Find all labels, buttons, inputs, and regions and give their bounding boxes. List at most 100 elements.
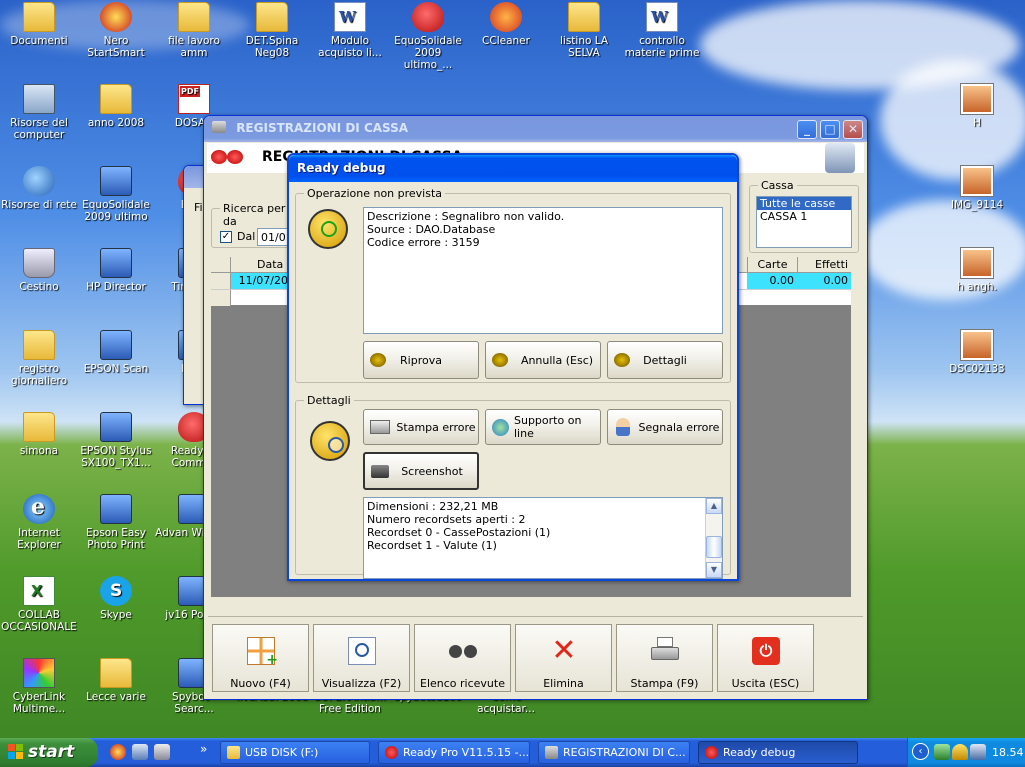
cassa-listbox[interactable]: Tutte le casse CASSA 1: [756, 196, 852, 248]
tray-monitor-icon[interactable]: [970, 744, 986, 760]
bug-target-icon: [308, 209, 348, 249]
cassa-label: Cassa: [758, 179, 797, 192]
debug-titlebar[interactable]: Ready debug: [289, 155, 737, 182]
elimina-label: Elimina: [543, 677, 584, 690]
taskbar-item-usb-disk[interactable]: USB DISK (F:): [220, 741, 370, 764]
dettagli-button[interactable]: Dettagli: [607, 341, 723, 379]
strawberry-icon: [705, 746, 718, 759]
desktop-icon[interactable]: Modulo acquisto li...: [311, 2, 389, 59]
desktop-icon[interactable]: Epson Easy Photo Print: [77, 494, 155, 551]
supporto-online-button[interactable]: Supporto on line: [485, 409, 601, 445]
desktop-icon[interactable]: DET.Spina Neg08: [233, 2, 311, 59]
screenshot-button[interactable]: Screenshot: [363, 452, 479, 490]
nuovo-button[interactable]: + Nuovo (F4): [212, 624, 309, 692]
desktop-icon-label: h angh.: [957, 281, 997, 293]
cell-carte[interactable]: 0.00: [747, 273, 797, 289]
desktop-icon[interactable]: h angh.: [938, 248, 1016, 293]
desktop-icon[interactable]: listino LA SELVA: [545, 2, 623, 59]
maximize-button[interactable]: □: [820, 120, 840, 139]
taskbar-item-label: Ready debug: [723, 746, 796, 759]
taskbar-item-registrazioni[interactable]: REGISTRAZIONI DI C...: [538, 741, 690, 764]
taskbar-item-label: Ready Pro V11.5.15 -...: [403, 746, 530, 759]
row-selector[interactable]: [211, 273, 231, 289]
cell-data[interactable]: 11/07/20: [231, 273, 291, 289]
image-icon: [961, 248, 993, 278]
error-group: Operazione non prevista Descrizione : Se…: [295, 187, 731, 383]
cassa-item-1[interactable]: CASSA 1: [757, 210, 851, 223]
image-icon: [961, 84, 993, 114]
desktop-icon-label: Nero StartSmart: [87, 35, 145, 59]
row-selector[interactable]: [211, 290, 231, 306]
scroll-up-button[interactable]: ▲: [706, 498, 722, 514]
cassa-item-all[interactable]: Tutte le casse: [757, 197, 851, 210]
error-description-box[interactable]: Descrizione : Segnalibro non valido. Sou…: [363, 207, 723, 334]
scroll-down-button[interactable]: ▼: [706, 562, 722, 578]
taskbar-item-ready-pro[interactable]: Ready Pro V11.5.15 -...: [378, 741, 530, 764]
desktop-icon[interactable]: CyberLink Multime...: [0, 658, 78, 715]
riprova-button[interactable]: Riprova: [363, 341, 479, 379]
desktop-icon[interactable]: registro giornaliero: [0, 330, 78, 387]
visualizza-button[interactable]: Visualizza (F2): [313, 624, 410, 692]
desktop-icon[interactable]: Risorse di rete: [0, 166, 78, 211]
stampa-errore-button[interactable]: Stampa errore: [363, 409, 479, 445]
scroll-thumb[interactable]: [706, 536, 722, 558]
desktop-icon[interactable]: CCleaner: [467, 2, 545, 47]
pdf-icon: [178, 84, 210, 114]
desktop-icon-label: HP Director: [86, 281, 146, 293]
desktop-icon[interactable]: Documenti: [0, 2, 78, 47]
desktop-icon[interactable]: IMG_9114: [938, 166, 1016, 211]
tray-network-icon[interactable]: [934, 744, 950, 760]
date-from-checkbox[interactable]: ✓: [220, 231, 232, 243]
desktop-icon[interactable]: file lavoro amm: [155, 2, 233, 59]
cell-effetti[interactable]: 0.00: [797, 273, 851, 289]
annulla-button[interactable]: Annulla (Esc): [485, 341, 601, 379]
quicklaunch-app-icon[interactable]: [154, 744, 170, 760]
desktop-icon[interactable]: controllo materie prime: [623, 2, 701, 59]
quicklaunch-nero-icon[interactable]: [110, 744, 126, 760]
main-titlebar[interactable]: REGISTRAZIONI DI CASSA _ □ ✕: [204, 116, 867, 142]
desktop-icon[interactable]: Skype: [77, 576, 155, 621]
desktop-icon[interactable]: Internet Explorer: [0, 494, 78, 551]
desktop-icon[interactable]: Lecce varie: [77, 658, 155, 703]
desktop-icon-label: CCleaner: [482, 35, 530, 47]
details-scrollbar[interactable]: ▲ ▼: [705, 498, 722, 578]
new-grid-icon: +: [247, 637, 278, 668]
minimize-button[interactable]: _: [797, 120, 817, 139]
desktop-icon[interactable]: EPSON Scan: [77, 330, 155, 375]
desktop-icon[interactable]: Cestino: [0, 248, 78, 293]
taskbar-item-ready-debug[interactable]: Ready debug: [698, 741, 858, 764]
desktop-icon[interactable]: anno 2008: [77, 84, 155, 129]
quicklaunch-overflow-icon[interactable]: »: [200, 742, 207, 756]
close-button[interactable]: ✕: [843, 120, 863, 139]
details-info-box[interactable]: Dimensioni : 232,21 MB Numero recordsets…: [363, 497, 723, 579]
elenco-ricevute-label: Elenco ricevute: [420, 677, 505, 690]
desktop-icon-label: DSC02133: [949, 363, 1005, 375]
segnala-errore-button[interactable]: Segnala errore: [607, 409, 723, 445]
desktop-icon[interactable]: EquoSolidale 2009 ultimo: [77, 166, 155, 223]
tray-expand-icon[interactable]: ‹: [912, 743, 929, 760]
elenco-ricevute-button[interactable]: Elenco ricevute: [414, 624, 511, 692]
desktop-icon[interactable]: EquoSolidale 2009 ultimo_...: [389, 2, 467, 71]
desktop-icon[interactable]: Nero StartSmart: [77, 2, 155, 59]
desktop-icon[interactable]: HP Director: [77, 248, 155, 293]
uscita-button[interactable]: ⏻ Uscita (ESC): [717, 624, 814, 692]
desktop-icon[interactable]: Risorse del computer: [0, 84, 78, 141]
app-icon: [212, 121, 226, 133]
tray-clock[interactable]: 18.54: [992, 746, 1024, 759]
desktop-icon[interactable]: EPSON Stylus SX100_TX1...: [77, 412, 155, 469]
printer-icon: [370, 420, 390, 434]
ready-debug-dialog[interactable]: Ready debug Operazione non prevista Desc…: [287, 153, 739, 581]
desktop-icon[interactable]: H: [938, 84, 1016, 129]
color-icon: [23, 658, 55, 688]
windows-flag-icon: [8, 744, 24, 760]
desktop-icon-label: listino LA SELVA: [559, 35, 609, 59]
desktop-icon[interactable]: DSC02133: [938, 330, 1016, 375]
start-button[interactable]: start: [0, 738, 98, 767]
desktop-icon[interactable]: simona: [0, 412, 78, 457]
tray-shield-icon[interactable]: [952, 744, 968, 760]
elimina-button[interactable]: ✕ Elimina: [515, 624, 612, 692]
excel-icon: [23, 576, 55, 606]
quicklaunch-desktop-icon[interactable]: [132, 744, 148, 760]
desktop-icon[interactable]: COLLAB OCCASIONALE: [0, 576, 78, 633]
stampa-button[interactable]: Stampa (F9): [616, 624, 713, 692]
